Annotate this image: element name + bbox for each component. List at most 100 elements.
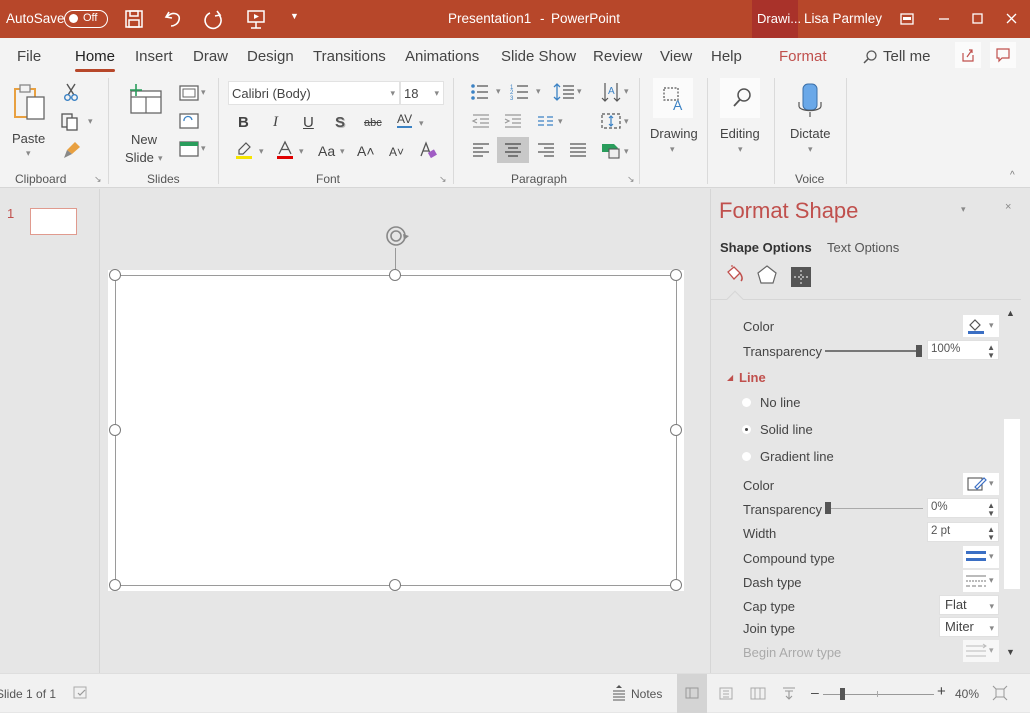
tab-file[interactable]: File: [17, 48, 41, 65]
underline-button[interactable]: U: [303, 114, 314, 131]
resize-handle-right[interactable]: [670, 424, 682, 436]
gradient-line-label[interactable]: Gradient line: [760, 449, 834, 464]
slide-thumbnail[interactable]: [30, 208, 77, 235]
resize-handle-bottom[interactable]: [389, 579, 401, 591]
reset-icon[interactable]: [178, 112, 200, 130]
decrease-indent-icon[interactable]: [471, 112, 491, 130]
outline-view-icon[interactable]: [719, 687, 733, 700]
drawing-button[interactable]: A Drawing ▾: [648, 78, 700, 158]
scroll-up-icon[interactable]: ▲: [1006, 308, 1015, 318]
chevron-down-icon[interactable]: ▾: [259, 146, 264, 157]
shadow-button[interactable]: S: [335, 114, 345, 131]
pane-close-icon[interactable]: ×: [1005, 201, 1011, 213]
chevron-down-icon[interactable]: ▾: [340, 146, 345, 157]
tab-transitions[interactable]: Transitions: [313, 48, 386, 65]
tab-animations[interactable]: Animations: [405, 48, 479, 65]
editing-button[interactable]: Editing ▾: [716, 78, 766, 158]
align-right-icon[interactable]: [536, 142, 556, 158]
slide-sorter-icon[interactable]: [750, 687, 766, 700]
no-line-radio[interactable]: [742, 398, 751, 407]
redo-icon[interactable]: [204, 8, 226, 30]
align-left-icon[interactable]: [471, 142, 491, 158]
font-launcher-icon[interactable]: ↘: [439, 174, 447, 185]
slider-thumb[interactable]: [916, 345, 922, 357]
spell-check-icon[interactable]: [73, 686, 89, 700]
collapse-ribbon-icon[interactable]: ^: [1010, 170, 1015, 181]
notes-icon[interactable]: [611, 684, 627, 702]
tab-insert[interactable]: Insert: [135, 48, 173, 65]
layout-icon[interactable]: [178, 84, 200, 102]
maximize-icon[interactable]: [971, 12, 985, 26]
italic-button[interactable]: I: [273, 114, 278, 131]
line-section-header[interactable]: Line: [739, 370, 766, 385]
new-slide-button[interactable]: New Slide ▾: [125, 80, 167, 165]
line-transparency-input[interactable]: 0% ▲ ▼: [927, 498, 999, 518]
dictate-button[interactable]: Dictate ▾: [784, 80, 836, 164]
join-type-dropdown[interactable]: Miter ▾: [939, 617, 999, 637]
tab-view[interactable]: View: [660, 48, 692, 65]
tab-shape-options[interactable]: Shape Options: [720, 240, 812, 255]
fill-transparency-input[interactable]: 100% ▲ ▼: [927, 340, 999, 360]
paste-button[interactable]: Paste ▾: [10, 80, 50, 160]
section-dropdown-icon[interactable]: ▾: [201, 143, 206, 154]
paragraph-launcher-icon[interactable]: ↘: [627, 174, 635, 185]
zoom-out-button[interactable]: –: [811, 684, 819, 700]
gradient-line-radio[interactable]: [742, 452, 751, 461]
align-text-icon[interactable]: [600, 111, 622, 131]
zoom-slider-thumb[interactable]: [839, 688, 845, 700]
collapse-icon[interactable]: ◢: [727, 373, 733, 382]
resize-handle-left[interactable]: [109, 424, 121, 436]
begin-arrow-type-dropdown[interactable]: ▾: [963, 640, 999, 662]
chevron-down-icon[interactable]: ▾: [624, 116, 629, 127]
compound-type-dropdown[interactable]: ▾: [963, 546, 999, 568]
font-name-dropdown[interactable]: Calibri (Body) ▾: [228, 81, 400, 105]
width-input[interactable]: 2 pt ▲ ▼: [927, 522, 999, 542]
section-icon[interactable]: [178, 140, 200, 158]
solid-line-radio[interactable]: [742, 425, 751, 434]
tab-review[interactable]: Review: [593, 48, 642, 65]
tab-format[interactable]: Format: [779, 48, 827, 65]
chevron-down-icon[interactable]: ▾: [496, 86, 501, 97]
smartart-icon[interactable]: [600, 140, 622, 160]
no-line-label[interactable]: No line: [760, 395, 800, 410]
resize-handle-top[interactable]: [389, 269, 401, 281]
line-spacing-icon[interactable]: [553, 82, 575, 102]
shape-selection-frame[interactable]: [115, 275, 677, 586]
fill-line-icon[interactable]: [724, 264, 746, 286]
share-button[interactable]: [955, 42, 981, 68]
font-size-dropdown[interactable]: 18 ▾: [400, 81, 444, 105]
tab-text-options[interactable]: Text Options: [827, 240, 899, 255]
minimize-icon[interactable]: [937, 13, 951, 25]
tab-home[interactable]: Home: [75, 48, 116, 72]
fill-color-picker[interactable]: ▾: [963, 315, 999, 337]
scroll-down-icon[interactable]: ▼: [1006, 647, 1015, 657]
chevron-down-icon[interactable]: ▾: [577, 86, 582, 97]
tell-me-input[interactable]: Tell me: [883, 48, 931, 65]
spin-buttons[interactable]: ▲ ▼: [987, 502, 995, 518]
search-icon[interactable]: [862, 49, 878, 65]
effects-icon[interactable]: [756, 264, 778, 286]
ribbon-display-icon[interactable]: [900, 13, 914, 25]
scrollbar-thumb[interactable]: [1004, 419, 1020, 589]
justify-icon[interactable]: [568, 142, 588, 158]
format-painter-icon[interactable]: [62, 140, 82, 160]
comments-button[interactable]: [990, 42, 1016, 68]
line-color-picker[interactable]: ▾: [963, 473, 999, 495]
resize-handle-top-right[interactable]: [670, 269, 682, 281]
chevron-down-icon[interactable]: ▾: [419, 118, 424, 129]
clear-formatting-icon[interactable]: [418, 140, 438, 160]
text-direction-icon[interactable]: A: [601, 81, 623, 103]
resize-handle-bottom-left[interactable]: [109, 579, 121, 591]
tab-help[interactable]: Help: [711, 48, 742, 65]
spin-buttons[interactable]: ▲ ▼: [987, 344, 995, 360]
cap-type-dropdown[interactable]: Flat ▾: [939, 595, 999, 615]
notes-button[interactable]: Notes: [631, 687, 662, 701]
highlight-icon[interactable]: [234, 140, 254, 160]
chevron-down-icon[interactable]: ▾: [558, 116, 563, 127]
autosave-toggle[interactable]: Off: [64, 10, 108, 28]
solid-line-label[interactable]: Solid line: [760, 422, 813, 437]
normal-view-button[interactable]: [677, 674, 707, 713]
spin-buttons[interactable]: ▲ ▼: [987, 526, 995, 542]
chevron-down-icon[interactable]: ▾: [624, 86, 629, 97]
grow-font-button[interactable]: A˄: [357, 143, 375, 159]
